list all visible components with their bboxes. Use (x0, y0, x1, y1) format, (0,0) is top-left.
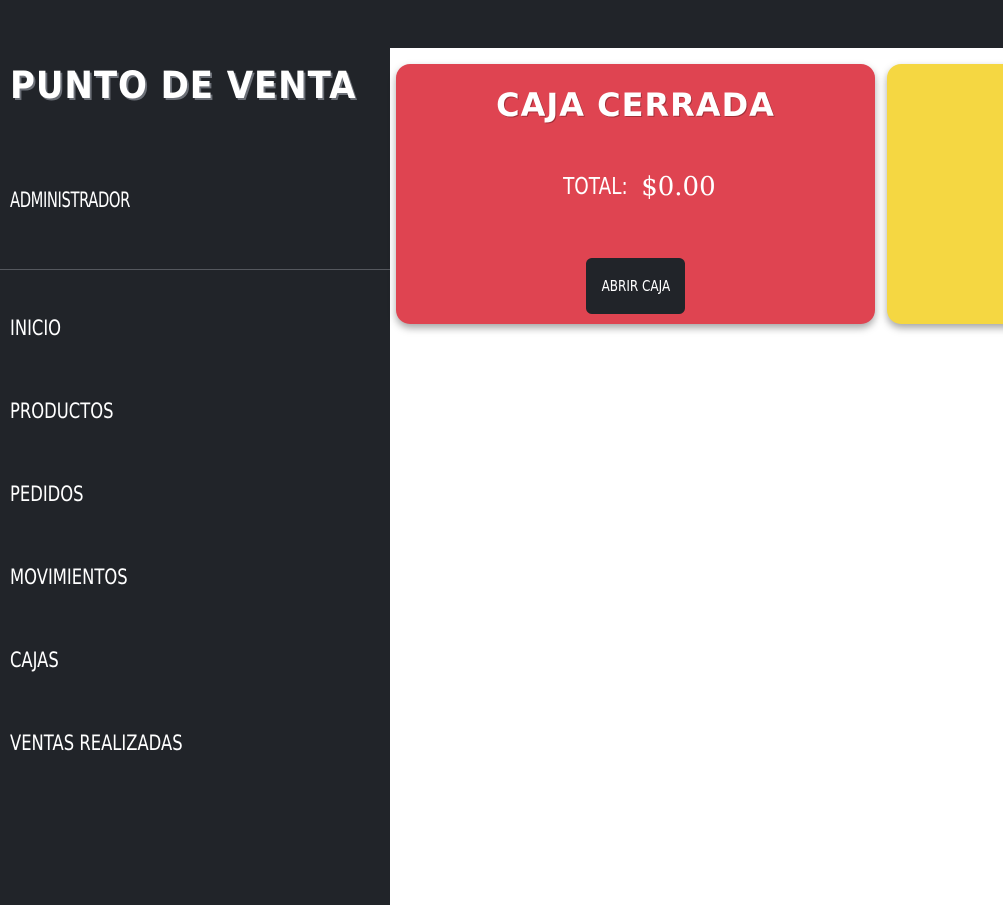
sidebar-divider (0, 269, 390, 270)
total-label: TOTAL: (563, 174, 629, 200)
total-value: $0.00 (641, 172, 716, 202)
register-status-card: CAJA CERRADA TOTAL: $0.00 ABRIR CAJA (396, 64, 875, 324)
sidebar-item-pedidos[interactable]: PEDIDOS (10, 482, 84, 506)
sidebar-item-movimientos[interactable]: MOVIMIENTOS (10, 565, 128, 589)
app-title: PUNTO DE VENTA (10, 64, 357, 107)
user-name: ADMINISTRADOR (10, 188, 130, 212)
secondary-card (887, 64, 1003, 324)
sidebar: PUNTO DE VENTA ADMINISTRADOR INICIO PROD… (0, 0, 390, 905)
sidebar-item-cajas[interactable]: CAJAS (10, 648, 59, 672)
sidebar-item-productos[interactable]: PRODUCTOS (10, 399, 113, 423)
sidebar-item-ventas-realizadas[interactable]: VENTAS REALIZADAS (10, 731, 183, 755)
register-total: TOTAL: $0.00 (396, 172, 875, 202)
open-register-button[interactable]: ABRIR CAJA (586, 258, 685, 314)
register-status-title: CAJA CERRADA (496, 86, 775, 124)
open-register-label: ABRIR CAJA (601, 277, 670, 295)
sidebar-item-inicio[interactable]: INICIO (10, 316, 61, 340)
